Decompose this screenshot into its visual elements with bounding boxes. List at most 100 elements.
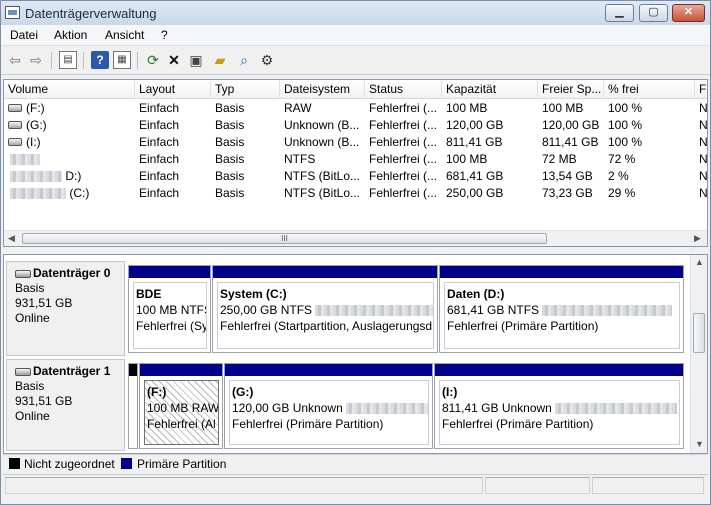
cell-kapazitaet: 100 MB: [446, 152, 488, 166]
table-row[interactable]: (F:) Einfach Basis RAW Fehlerfrei (... 1…: [4, 100, 707, 117]
partition-title: (G:): [232, 385, 254, 399]
console-tree-icon[interactable]: ▤: [59, 51, 77, 69]
cell-typ: Basis: [215, 169, 245, 183]
title-bar[interactable]: Datenträgerverwaltung ▁ ▢ ✕: [1, 1, 710, 25]
legend-label-unallocated: Nicht zugeordnet: [24, 457, 115, 471]
vertical-scrollbar[interactable]: ▲ ▼: [690, 255, 707, 453]
partition-system-c[interactable]: System (C:) 250,00 GB NTFS Fehlerfrei (S…: [212, 265, 438, 353]
cell-dateisystem: NTFS (BitLo...: [284, 169, 361, 183]
column-header-layout[interactable]: Layout: [135, 80, 211, 99]
cell-prozent-frei: 2 %: [608, 169, 629, 183]
partition-bar: [225, 364, 432, 376]
disk-0-info[interactable]: Datenträger 0 Basis 931,51 GB Online: [6, 261, 125, 356]
toolbar-separator: [137, 52, 138, 69]
cell-typ: Basis: [215, 152, 245, 166]
properties-icon[interactable]: ▣: [187, 51, 205, 69]
legend-swatch-unallocated: [9, 458, 20, 469]
partition-status: Fehlerfrei (Primäre Partition): [447, 319, 599, 333]
cell-status: Fehlerfrei (...: [369, 135, 438, 149]
partition-status: Fehlerfrei (Al: [147, 417, 216, 431]
help-icon[interactable]: ?: [91, 51, 109, 69]
legend-swatch-primary: [121, 458, 132, 469]
partition-bar: [435, 364, 683, 376]
table-row[interactable]: (I:) Einfach Basis Unknown (B... Fehlerf…: [4, 134, 708, 151]
toolbar: ⇦ ⇨ ▤ ? ▦ ⟳ ✕ ▣ ▰ ⌕ ⚙: [1, 47, 710, 75]
redacted-text: [10, 171, 62, 183]
open-folder-icon[interactable]: ▰: [211, 51, 229, 69]
cell-layout: Einfach: [139, 152, 180, 166]
disk-1-info[interactable]: Datenträger 1 Basis 931,51 GB Online: [6, 359, 125, 451]
legend: Nicht zugeordnet Primäre Partition: [3, 454, 708, 472]
column-header-volume[interactable]: Volume: [4, 80, 135, 99]
action-pane-icon[interactable]: ▦: [113, 51, 131, 69]
column-header-freier-speicher[interactable]: Freier Sp...: [538, 80, 604, 99]
partition-daten-d[interactable]: Daten (D:) 681,41 GB NTFS Fehlerfrei (Pr…: [439, 265, 684, 353]
cell-status: Fehlerfrei (...: [369, 186, 438, 200]
horizontal-scrollbar[interactable]: ◀ III ▶: [4, 230, 707, 246]
partition-g[interactable]: (G:) 120,00 GB Unknown Fehlerfrei (Primä…: [224, 363, 433, 449]
column-header-kapazitaet[interactable]: Kapazität: [442, 80, 538, 99]
partition-size: 681,41 GB NTFS: [447, 302, 679, 318]
cell-layout: Einfach: [139, 118, 180, 132]
close-button[interactable]: ✕: [672, 4, 705, 22]
partition-i[interactable]: (I:) 811,41 GB Unknown Fehlerfrei (Primä…: [434, 363, 684, 449]
partition-bar: [440, 266, 683, 278]
scroll-right-icon[interactable]: ▶: [694, 233, 701, 244]
scroll-down-icon[interactable]: ▼: [695, 439, 704, 449]
maximize-button[interactable]: ▢: [639, 4, 668, 22]
forward-arrow-icon[interactable]: ⇨: [27, 51, 45, 69]
column-header-dateisystem[interactable]: Dateisystem: [280, 80, 365, 99]
table-row[interactable]: (G:) Einfach Basis Unknown (B... Fehlerf…: [4, 117, 707, 134]
scroll-up-icon[interactable]: ▲: [695, 257, 704, 267]
disk-0-type: Basis: [15, 281, 45, 295]
menu-help[interactable]: ?: [161, 28, 168, 42]
cell-volume: (G:): [26, 118, 47, 132]
cell-dateisystem: NTFS: [284, 152, 316, 166]
disk-map[interactable]: Datenträger 0 Basis 931,51 GB Online BDE…: [3, 254, 708, 454]
scroll-thumb[interactable]: III: [22, 233, 547, 244]
disk-1-type: Basis: [15, 379, 45, 393]
refresh-icon[interactable]: ⟳: [144, 51, 162, 69]
scroll-thumb[interactable]: [693, 313, 705, 353]
volume-list[interactable]: Volume Layout Typ Dateisystem Status Kap…: [3, 79, 708, 247]
cell-prozent-frei: 100 %: [608, 101, 643, 115]
menu-aktion[interactable]: Aktion: [54, 28, 87, 42]
column-header-fehlertoleranz[interactable]: F: [695, 80, 707, 99]
delete-icon[interactable]: ✕: [165, 51, 183, 69]
table-row[interactable]: Einfach Basis NTFS Fehlerfrei (... 100 M…: [4, 151, 707, 168]
menu-ansicht[interactable]: Ansicht: [105, 28, 144, 42]
column-header-status[interactable]: Status: [365, 80, 442, 99]
column-header-prozent-frei[interactable]: % frei: [604, 80, 695, 99]
cell-freier-speicher: 120,00 GB: [542, 118, 600, 132]
redacted-text: [346, 403, 428, 415]
cell-status: Fehlerfrei (...: [369, 169, 438, 183]
column-header-typ[interactable]: Typ: [211, 80, 280, 99]
unallocated-space[interactable]: [128, 363, 138, 449]
partition-status: Fehlerfrei (Startpartition, Auslagerungs…: [220, 319, 433, 333]
partition-f[interactable]: (F:) 100 MB RAW Fehlerfrei (Al: [139, 363, 223, 449]
toolbar-separator: [51, 52, 52, 69]
cell-kapazitaet: 250,00 GB: [446, 186, 504, 200]
partition-details: BDE 100 MB NTFS Fehlerfrei (Sy: [133, 282, 207, 349]
table-row[interactable]: (C:) Einfach Basis NTFS (BitLo... Fehler…: [4, 185, 707, 202]
cell-dateisystem: Unknown (B...: [284, 118, 360, 132]
cell-volume: (C:): [6, 186, 135, 200]
search-icon[interactable]: ⌕: [235, 51, 253, 69]
menu-datei[interactable]: Datei: [10, 28, 38, 42]
settings-icon[interactable]: ⚙: [258, 51, 276, 69]
scroll-left-icon[interactable]: ◀: [8, 233, 15, 244]
partition-details: (G:) 120,00 GB Unknown Fehlerfrei (Primä…: [229, 380, 429, 445]
cell-freier-speicher: 72 MB: [542, 152, 577, 166]
back-arrow-icon[interactable]: ⇦: [6, 51, 24, 69]
minimize-button[interactable]: ▁: [605, 4, 634, 22]
cell-fehlertoleranz: N: [699, 169, 708, 183]
status-pane: [592, 477, 704, 494]
cell-freier-speicher: 811,41 GB: [542, 135, 599, 149]
partition-bde[interactable]: BDE 100 MB NTFS Fehlerfrei (Sy: [128, 265, 211, 353]
table-row[interactable]: D:) Einfach Basis NTFS (BitLo... Fehlerf…: [4, 168, 708, 185]
partition-size: 100 MB RAW: [147, 401, 219, 415]
cell-fehlertoleranz: N: [699, 135, 708, 149]
menu-bar: Datei Aktion Ansicht ?: [1, 25, 710, 46]
partition-size: 811,41 GB Unknown: [442, 400, 679, 416]
partition-details: (I:) 811,41 GB Unknown Fehlerfrei (Primä…: [439, 380, 680, 445]
